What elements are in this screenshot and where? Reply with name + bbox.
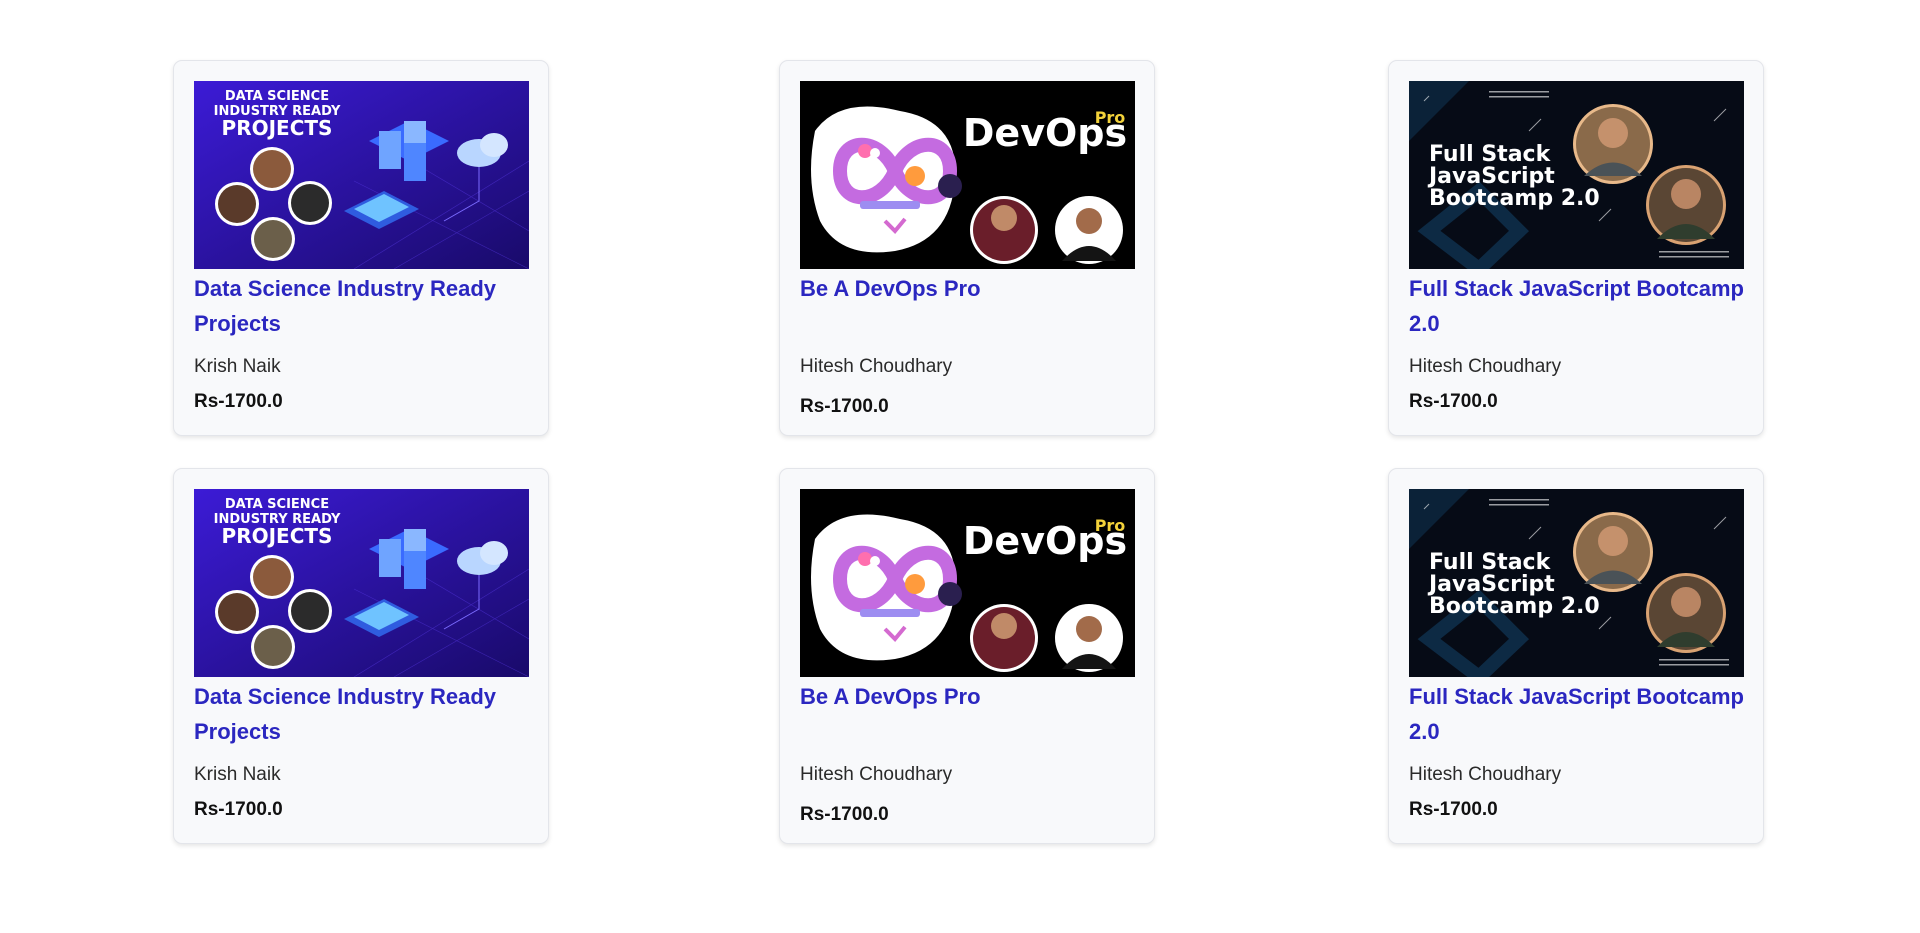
course-price: Rs-1700.0 (800, 804, 889, 825)
course-thumbnail[interactable]: Full Stack JavaScript Bootcamp 2.0 (1409, 81, 1744, 269)
course-card[interactable]: DATA SCIENCE INDUSTRY READY PROJECTS Dat… (173, 468, 549, 844)
course-card[interactable]: DevOps Pro Be A DevOps Pro Hitesh Choudh… (779, 60, 1155, 436)
thumb-line-1: DATA SCIENCE (225, 497, 329, 512)
thumb-line-3: PROJECTS (222, 524, 333, 548)
course-price: Rs-1700.0 (194, 391, 283, 412)
course-thumbnail[interactable]: DevOps Pro (800, 489, 1135, 677)
course-author: Hitesh Choudhary (1409, 764, 1562, 785)
course-title[interactable]: Full Stack JavaScript Bootcamp 2.0 (1409, 679, 1749, 749)
course-title[interactable]: Data Science Industry Ready Projects (194, 679, 534, 749)
course-price: Rs-1700.0 (800, 396, 889, 417)
course-thumbnail[interactable]: Full Stack JavaScript Bootcamp 2.0 (1409, 489, 1744, 677)
data-science-thumbnail: DATA SCIENCE INDUSTRY READY PROJECTS (194, 489, 529, 677)
thumb-line-3: Bootcamp 2.0 (1429, 594, 1600, 619)
course-card[interactable]: DATA SCIENCE INDUSTRY READY PROJECTS Dat… (173, 60, 549, 436)
thumb-line-1: DATA SCIENCE (225, 89, 329, 104)
fullstack-thumbnail: Full Stack JavaScript Bootcamp 2.0 (1409, 81, 1744, 269)
course-card[interactable]: Full Stack JavaScript Bootcamp 2.0 Full … (1388, 60, 1764, 436)
course-grid: DATA SCIENCE INDUSTRY READY PROJECTS Dat… (0, 0, 1920, 933)
course-card[interactable]: Full Stack JavaScript Bootcamp 2.0 Full … (1388, 468, 1764, 844)
devops-thumbnail: DevOps Pro (800, 489, 1135, 677)
course-price: Rs-1700.0 (194, 799, 283, 820)
course-author: Hitesh Choudhary (1409, 356, 1562, 377)
course-price: Rs-1700.0 (1409, 799, 1498, 820)
course-author: Krish Naik (194, 356, 281, 377)
course-author: Krish Naik (194, 764, 281, 785)
pro-badge: Pro (1095, 108, 1126, 127)
pro-badge: Pro (1095, 516, 1126, 535)
course-title[interactable]: Be A DevOps Pro (800, 271, 1140, 306)
devops-thumbnail: DevOps Pro (800, 81, 1135, 269)
course-author: Hitesh Choudhary (800, 764, 953, 785)
course-title[interactable]: Full Stack JavaScript Bootcamp 2.0 (1409, 271, 1749, 341)
thumb-line-3: Bootcamp 2.0 (1429, 186, 1600, 211)
course-thumbnail[interactable]: DevOps Pro (800, 81, 1135, 269)
thumb-line-3: PROJECTS (222, 116, 333, 140)
course-price: Rs-1700.0 (1409, 391, 1498, 412)
course-title[interactable]: Data Science Industry Ready Projects (194, 271, 534, 341)
fullstack-thumbnail: Full Stack JavaScript Bootcamp 2.0 (1409, 489, 1744, 677)
course-author: Hitesh Choudhary (800, 356, 953, 377)
course-card[interactable]: DevOps Pro Be A DevOps Pro Hitesh Choudh… (779, 468, 1155, 844)
course-thumbnail[interactable]: DATA SCIENCE INDUSTRY READY PROJECTS (194, 81, 529, 269)
course-thumbnail[interactable]: DATA SCIENCE INDUSTRY READY PROJECTS (194, 489, 529, 677)
data-science-thumbnail: DATA SCIENCE INDUSTRY READY PROJECTS (194, 81, 529, 269)
course-title[interactable]: Be A DevOps Pro (800, 679, 1140, 714)
